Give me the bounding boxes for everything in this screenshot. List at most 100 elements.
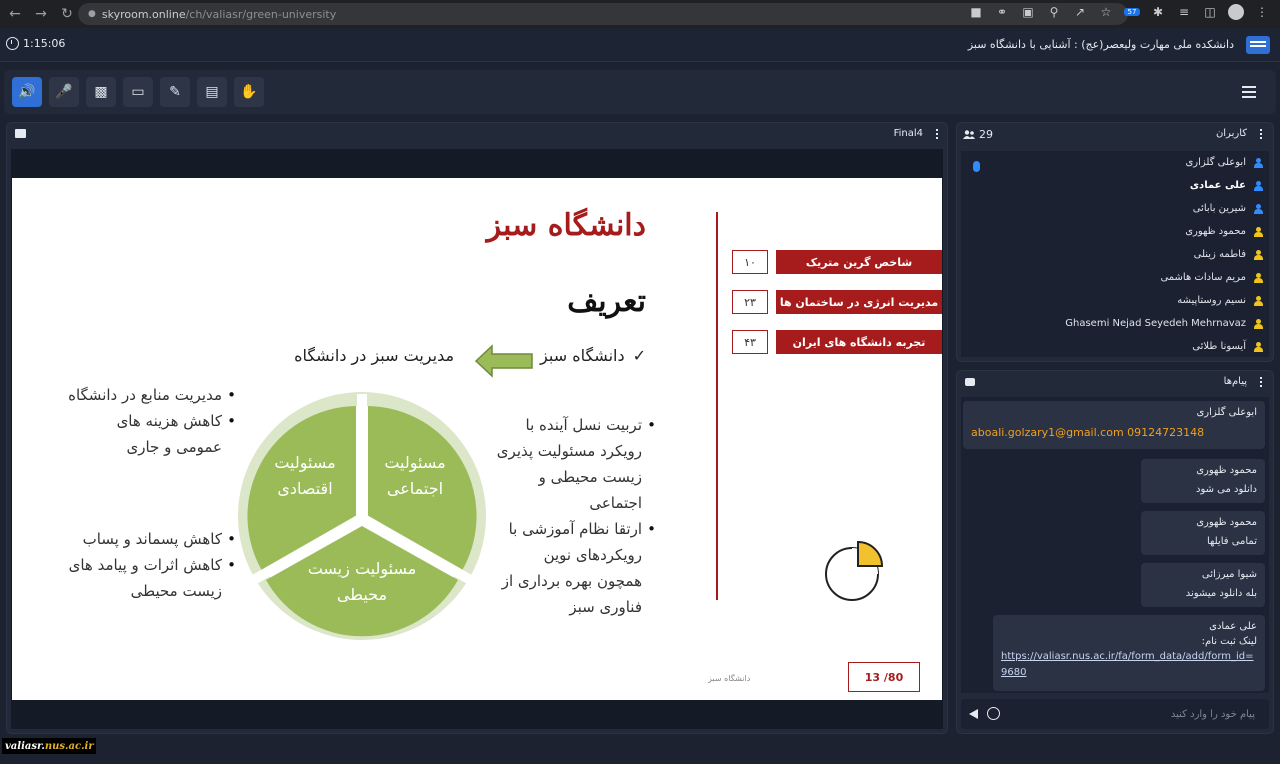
key-icon[interactable]: ⚭ — [994, 5, 1010, 19]
message-sender: محمود ظهوری — [1196, 465, 1257, 476]
app-header: 1:15:06 دانشکده ملی مهارت ولیعصر(عج) : آ… — [0, 28, 1280, 62]
user-guest-icon — [1254, 226, 1263, 237]
user-name: علی عمادی — [1189, 180, 1246, 191]
user-row[interactable]: علی عمادی — [961, 174, 1269, 197]
user-host-icon — [1254, 157, 1263, 168]
zoom-icon[interactable]: ⚲ — [1046, 5, 1062, 19]
browser-toolbar: ← → ↻ ● skyroom.online/ch/valiasr/green-… — [0, 0, 1280, 28]
mic-off-icon: 🎤 — [55, 84, 73, 100]
chat-message: محمود ظهوری تمامی فایلها — [1141, 511, 1265, 555]
users-panel: 29 کاربران ابوعلی گلزاری علی عمادی شیرین… — [956, 122, 1274, 362]
user-row[interactable]: آیسونا طلائی — [961, 335, 1269, 358]
check-icon: ✓ — [632, 346, 646, 365]
back-arrow-icon[interactable]: ← — [4, 3, 26, 25]
side-panel-icon[interactable]: ◫ — [1202, 5, 1218, 19]
file-icon — [15, 129, 26, 138]
presentation-options-icon[interactable] — [935, 129, 939, 141]
slide-page-number: 13 /80 — [848, 662, 920, 692]
pie-chart-icon — [825, 540, 884, 601]
user-row[interactable]: شیرین بابائی — [961, 197, 1269, 220]
hamburger-menu-button[interactable] — [1234, 77, 1264, 107]
screen-share-icon: ▭ — [131, 84, 145, 100]
message-text: تمامی فایلها — [1206, 536, 1257, 547]
bullet-item: کاهش هزینه های عمومی و جاری — [66, 408, 236, 460]
users-options-icon[interactable] — [1259, 129, 1263, 141]
raise-hand-button[interactable]: ✋ — [234, 77, 264, 107]
camera-icon[interactable]: ■ — [968, 5, 984, 19]
user-name: محمود ظهوری — [1185, 226, 1246, 237]
emoji-icon[interactable] — [987, 707, 1000, 720]
cycle-label-environment: مسئولیت زیست محیطی — [307, 559, 417, 604]
user-name: نسیم روستاپیشه — [1177, 295, 1246, 306]
session-timer: 1:15:06 — [6, 37, 65, 50]
stat-label: شاخص گرین متریک — [776, 250, 942, 274]
kebab-menu-icon[interactable]: ⋮ — [1254, 5, 1270, 19]
files-button[interactable]: ▤ — [197, 77, 227, 107]
users-count: 29 — [979, 128, 993, 141]
message-sender: علی عمادی — [1209, 621, 1257, 632]
bullet-item: ارتقا نظام آموزشی با رویکردهای نوین همچو… — [496, 516, 656, 620]
user-name: آیسونا طلائی — [1192, 341, 1246, 352]
slide-title: دانشگاه سبز — [486, 208, 646, 243]
speaker-icon: 🔊 — [18, 84, 36, 100]
user-row[interactable]: مریم سادات هاشمی — [961, 266, 1269, 289]
reload-icon[interactable]: ↻ — [56, 3, 78, 25]
send-icon[interactable] — [969, 709, 978, 719]
slide: دانشگاه سبز تعریف ۱۰ شاخص گرین متریک ۲۳ … — [12, 178, 942, 700]
timer-text: 1:15:06 — [23, 37, 66, 50]
screen-share-button[interactable]: ▭ — [123, 77, 153, 107]
url-path: /ch/valiasr/green-university — [185, 7, 337, 21]
browser-extensions: ■ ⚭ ▣ ⚲ ↗ ☆ 57 ✱ ≡ ◫ ⋮ — [968, 4, 1270, 20]
user-row[interactable]: Ghasemi Nejad Seyedeh Mehrnavaz — [961, 312, 1269, 335]
forward-arrow-icon[interactable]: → — [30, 3, 52, 25]
definition-term: دانشگاه سبز — [540, 346, 625, 365]
user-row[interactable]: محمود ظهوری — [961, 220, 1269, 243]
whiteboard-button[interactable]: ✎ — [160, 77, 190, 107]
slide-subtitle: تعریف — [567, 284, 646, 319]
chat-bubble-icon — [965, 378, 975, 386]
users-panel-title: کاربران — [1215, 128, 1247, 139]
chat-message: محمود ظهوری دانلود می شود — [1141, 459, 1265, 503]
users-icon — [963, 130, 975, 139]
chat-message: ابوعلی گلزاری aboali.golzary1@gmail.com … — [963, 401, 1265, 449]
user-name: فاطمه زینلی — [1193, 249, 1246, 260]
microphone-button[interactable]: 🎤 — [49, 77, 79, 107]
site-watermark: valiasr. nus.ac.ir — [2, 738, 96, 754]
user-row[interactable]: فاطمه زینلی — [961, 243, 1269, 266]
extension-badge[interactable]: 57 — [1124, 8, 1140, 16]
user-guest-icon — [1254, 249, 1263, 260]
chat-options-icon[interactable] — [1259, 377, 1263, 389]
video-off-icon: ▩ — [94, 84, 108, 100]
message-link[interactable]: https://valiasr.nus.ac.ir/fa/form_data/a… — [1001, 649, 1257, 681]
user-guest-icon — [1254, 341, 1263, 352]
bullet-item: کاهش اثرات و پیامد های زیست محیطی — [66, 552, 236, 604]
brush-icon: ✎ — [169, 84, 181, 100]
bookmark-star-icon[interactable]: ☆ — [1098, 5, 1114, 19]
translate-icon[interactable]: ▣ — [1020, 5, 1036, 19]
message-sender: محمود ظهوری — [1196, 517, 1257, 528]
user-host-icon — [1254, 203, 1263, 214]
user-name: Ghasemi Nejad Seyedeh Mehrnavaz — [1065, 318, 1246, 329]
user-guest-icon — [1254, 295, 1263, 306]
reading-list-icon[interactable]: ≡ — [1176, 5, 1192, 19]
definition-meaning: مدیریت سبز در دانشگاه — [294, 346, 455, 365]
user-guest-icon — [1254, 272, 1263, 283]
left-arrow-icon — [474, 344, 533, 378]
message-text: بله دانلود میشوند — [1185, 588, 1257, 599]
chat-message-input[interactable] — [1005, 703, 1255, 725]
chat-message: شیوا میرزائی بله دانلود میشوند — [1141, 563, 1265, 607]
user-name: ابوعلی گلزاری — [1185, 157, 1246, 168]
share-icon[interactable]: ↗ — [1072, 5, 1088, 19]
user-host-icon — [1254, 180, 1263, 191]
environment-bullets: کاهش پسماند و پساب کاهش اثرات و پیامد ها… — [66, 526, 236, 604]
stat-label: مدیریت انرژی در ساختمان ها — [776, 290, 942, 314]
user-row[interactable]: ابوعلی گلزاری — [961, 151, 1269, 174]
user-row[interactable]: نسیم روستاپیشه — [961, 289, 1269, 312]
slide-footer-text: دانشگاه سبز — [708, 674, 751, 683]
camera-button[interactable]: ▩ — [86, 77, 116, 107]
speaker-button[interactable]: 🔊 — [12, 77, 42, 107]
users-list: ابوعلی گلزاری علی عمادی شیرین بابائی محم… — [961, 151, 1269, 357]
profile-avatar[interactable] — [1228, 4, 1244, 20]
puzzle-icon[interactable]: ✱ — [1150, 5, 1166, 19]
site-info-icon[interactable]: ● — [88, 9, 96, 19]
